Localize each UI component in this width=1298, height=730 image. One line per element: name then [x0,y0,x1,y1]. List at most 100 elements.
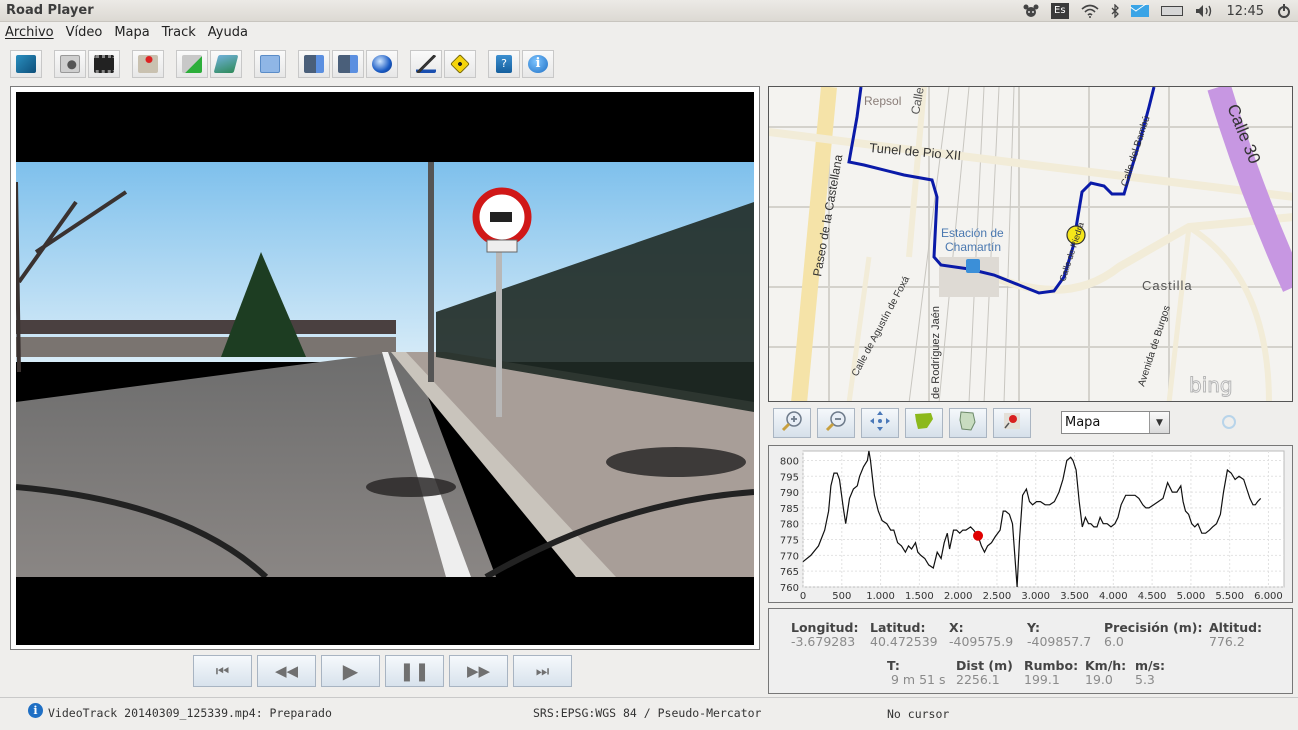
x-tick-label: 3.000 [1021,591,1050,602]
help-button[interactable]: ? [488,50,520,78]
open-map-button[interactable] [132,50,164,78]
heading-label: Rumbo: [1024,658,1079,673]
bluetooth-icon[interactable] [1111,3,1119,19]
power-icon[interactable] [1276,3,1292,19]
x-tick-label: 500 [832,591,851,602]
map-region-icon [957,410,979,436]
wifi-icon[interactable] [1081,3,1099,19]
kmh-label: Km/h: [1085,658,1127,673]
lamp-pole [428,162,434,382]
skip-end-button[interactable]: ⏭ [513,655,572,687]
map-layer-select[interactable]: Mapa ▼ [1061,411,1170,434]
skip-end-icon: ⏭ [535,662,550,680]
x-tick-label: 6.000 [1254,591,1283,602]
export-button[interactable] [298,50,330,78]
chart-button[interactable] [254,50,286,78]
distance-value: 2256.1 [956,672,1000,687]
info-icon: i [28,703,43,718]
x-tick-label: 1.500 [905,591,934,602]
map-label-jaen: de Rodríguez Jaén [930,306,942,399]
time-label: T: [887,658,900,673]
menu-mapa[interactable]: Mapa [114,25,149,40]
battery-icon[interactable] [1160,6,1183,16]
fast-forward-button[interactable]: ▶▶ [449,655,508,687]
film-strip-icon [94,55,114,73]
kmh-value: 19.0 [1085,672,1113,687]
x-tick-label: 3.500 [1060,591,1089,602]
map-canvas: Repsol Calle Tunel de Pio XII Paseo de l… [769,87,1292,401]
film-button[interactable] [88,50,120,78]
elevation-chart[interactable]: 760 765 770 775 780 785 790 795 800 0 500 1.000 1.50… [769,446,1294,604]
pause-button[interactable]: ❚❚ [385,655,444,687]
pen-icon [416,55,436,73]
y-tick-label: 765 [780,567,799,578]
playback-controls: ⏮ ◀◀ ▶ ❚❚ ▶▶ ⏭ [193,655,572,687]
x-label: X: [949,620,964,635]
shadow [606,447,746,477]
mail-icon[interactable] [1130,5,1149,17]
srs-indicator: SRS:EPSG:WGS 84 / Pseudo-Mercator [533,706,762,720]
zoom-in-button[interactable] [773,408,811,438]
marker-button[interactable] [993,408,1031,438]
precision-value: 6.0 [1104,634,1124,649]
precision-label: Precisión (m): [1104,620,1203,635]
zoom-in-icon [781,410,803,436]
video-frame[interactable] [16,92,754,645]
ubuntu-one-icon[interactable] [1023,3,1039,19]
longitude-label: Longitud: [791,620,859,635]
x-tick-label: 1.000 [866,591,895,602]
y-tick-label: 775 [780,536,799,547]
save-arrow-icon [304,55,324,73]
menu-archivo[interactable]: Archivo [5,25,54,40]
map-view[interactable]: Repsol Calle Tunel de Pio XII Paseo de l… [768,86,1293,402]
video-scene [16,162,754,577]
info-icon: i [528,55,548,73]
database-add-icon [182,55,202,73]
map-marker-icon [1001,410,1023,436]
menu-track[interactable]: Track [162,25,196,40]
clock[interactable]: 12:45 [1227,3,1264,19]
menu-ayuda[interactable]: Ayuda [208,25,248,40]
x-tick-label: 4.000 [1099,591,1128,602]
move-arrows-icon [869,410,891,436]
zoom-out-icon [825,410,847,436]
gps-track [847,87,1156,295]
menu-bar: Archivo Vídeo Mapa Track Ayuda [0,22,1298,42]
x-tick-label: 2.000 [944,591,973,602]
rewind-button[interactable]: ◀◀ [257,655,316,687]
skip-start-icon: ⏮ [215,662,230,680]
volume-icon[interactable] [1195,3,1215,19]
layers-button[interactable] [210,50,242,78]
keyboard-layout-indicator[interactable]: Es [1051,3,1069,19]
latitude-value: 40.472539 [870,634,938,649]
menu-video[interactable]: Vídeo [66,25,103,40]
pause-icon: ❚❚ [399,660,430,682]
play-icon: ▶ [342,659,359,683]
chevron-down-icon[interactable]: ▼ [1149,412,1169,433]
google-earth-button[interactable] [366,50,398,78]
about-button[interactable]: i [522,50,554,78]
y-tick-label: 795 [780,472,799,483]
x-tick-label: 5.000 [1177,591,1206,602]
x-tick-label: 0 [800,591,806,602]
map-toolbar [773,407,1293,439]
y-tick-label: 770 [780,551,799,562]
play-button[interactable]: ▶ [321,655,380,687]
waypoint-button[interactable] [444,50,476,78]
track-extent-button[interactable] [949,408,987,438]
pan-button[interactable] [861,408,899,438]
edit-button[interactable] [410,50,442,78]
heading-value: 199.1 [1024,672,1060,687]
zoom-out-button[interactable] [817,408,855,438]
status-bar: VideoTrack 20140309_125339.mp4: Preparad… [0,697,1298,730]
open-video-button[interactable] [10,50,42,78]
spain-map-icon [913,411,935,435]
spain-extent-button[interactable] [905,408,943,438]
add-camera-button[interactable] [54,50,86,78]
export-as-button[interactable] [332,50,364,78]
system-tray: Es 12:45 [1023,2,1292,20]
skip-start-button[interactable]: ⏮ [193,655,252,687]
layers-icon [213,55,239,73]
add-track-button[interactable] [176,50,208,78]
x-tick-label: 4.500 [1138,591,1167,602]
